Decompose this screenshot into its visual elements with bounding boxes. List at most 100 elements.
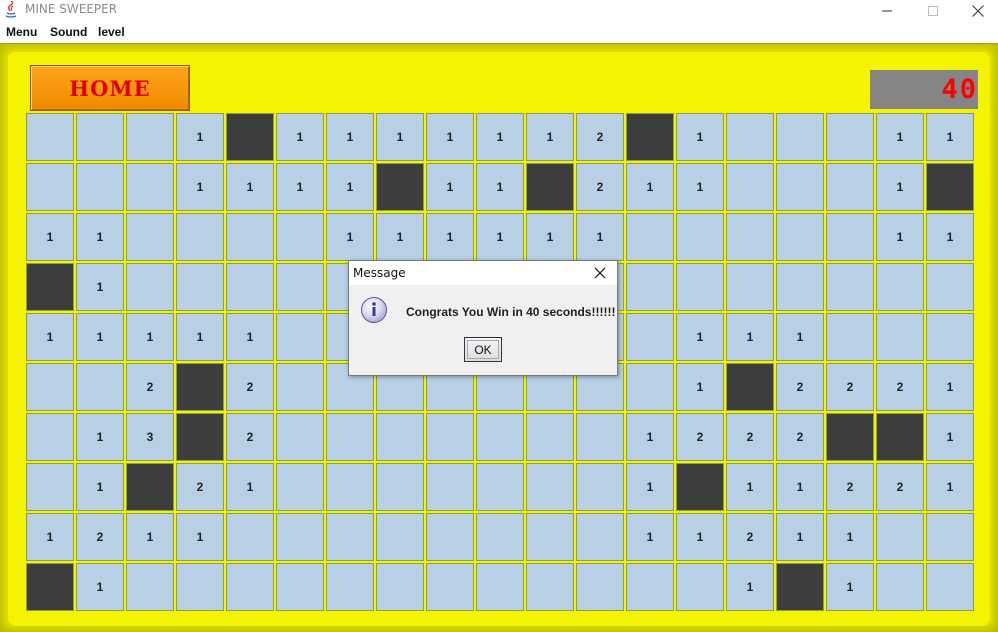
empty-cell[interactable] — [326, 563, 374, 611]
empty-cell[interactable] — [926, 513, 974, 561]
empty-cell[interactable] — [276, 563, 324, 611]
number-cell[interactable]: 1 — [676, 313, 724, 361]
number-cell[interactable]: 1 — [676, 363, 724, 411]
empty-cell[interactable] — [76, 113, 124, 161]
number-cell[interactable]: 2 — [726, 513, 774, 561]
close-window-button[interactable] — [955, 0, 998, 21]
mine-cell[interactable] — [26, 263, 74, 311]
number-cell[interactable]: 1 — [626, 513, 674, 561]
empty-cell[interactable] — [576, 413, 624, 461]
number-cell[interactable]: 1 — [176, 513, 224, 561]
empty-cell[interactable] — [826, 163, 874, 211]
number-cell[interactable]: 2 — [576, 113, 624, 161]
number-cell[interactable]: 2 — [826, 463, 874, 511]
empty-cell[interactable] — [176, 563, 224, 611]
number-cell[interactable]: 1 — [626, 463, 674, 511]
empty-cell[interactable] — [626, 313, 674, 361]
number-cell[interactable]: 1 — [26, 513, 74, 561]
menu-level[interactable]: level — [98, 25, 125, 39]
number-cell[interactable]: 1 — [176, 313, 224, 361]
empty-cell[interactable] — [126, 563, 174, 611]
minimize-button[interactable] — [864, 0, 910, 21]
number-cell[interactable]: 1 — [326, 213, 374, 261]
mine-cell[interactable] — [676, 463, 724, 511]
number-cell[interactable]: 1 — [326, 113, 374, 161]
mine-cell[interactable] — [626, 113, 674, 161]
empty-cell[interactable] — [526, 563, 574, 611]
empty-cell[interactable] — [776, 213, 824, 261]
empty-cell[interactable] — [726, 113, 774, 161]
empty-cell[interactable] — [26, 363, 74, 411]
empty-cell[interactable] — [276, 263, 324, 311]
empty-cell[interactable] — [526, 463, 574, 511]
empty-cell[interactable] — [226, 213, 274, 261]
empty-cell[interactable] — [626, 563, 674, 611]
empty-cell[interactable] — [776, 163, 824, 211]
empty-cell[interactable] — [226, 563, 274, 611]
empty-cell[interactable] — [276, 413, 324, 461]
number-cell[interactable]: 2 — [826, 363, 874, 411]
number-cell[interactable]: 2 — [776, 413, 824, 461]
empty-cell[interactable] — [176, 263, 224, 311]
number-cell[interactable]: 1 — [726, 463, 774, 511]
number-cell[interactable]: 1 — [676, 113, 724, 161]
number-cell[interactable]: 1 — [526, 213, 574, 261]
empty-cell[interactable] — [476, 513, 524, 561]
number-cell[interactable]: 1 — [426, 113, 474, 161]
number-cell[interactable]: 2 — [726, 413, 774, 461]
number-cell[interactable]: 2 — [776, 363, 824, 411]
home-button[interactable]: HOME — [30, 65, 190, 111]
empty-cell[interactable] — [726, 163, 774, 211]
empty-cell[interactable] — [376, 513, 424, 561]
empty-cell[interactable] — [826, 313, 874, 361]
empty-cell[interactable] — [676, 213, 724, 261]
number-cell[interactable]: 1 — [926, 463, 974, 511]
empty-cell[interactable] — [376, 413, 424, 461]
mine-cell[interactable] — [726, 363, 774, 411]
empty-cell[interactable] — [376, 463, 424, 511]
number-cell[interactable]: 1 — [26, 213, 74, 261]
number-cell[interactable]: 1 — [776, 513, 824, 561]
number-cell[interactable]: 1 — [526, 113, 574, 161]
menu-menu[interactable]: Menu — [6, 25, 37, 39]
number-cell[interactable]: 2 — [676, 413, 724, 461]
empty-cell[interactable] — [76, 163, 124, 211]
empty-cell[interactable] — [426, 463, 474, 511]
number-cell[interactable]: 2 — [176, 463, 224, 511]
empty-cell[interactable] — [476, 413, 524, 461]
number-cell[interactable]: 1 — [476, 113, 524, 161]
mine-cell[interactable] — [376, 163, 424, 211]
empty-cell[interactable] — [26, 163, 74, 211]
mine-cell[interactable] — [176, 363, 224, 411]
mine-cell[interactable] — [876, 413, 924, 461]
number-cell[interactable]: 1 — [376, 213, 424, 261]
empty-cell[interactable] — [826, 113, 874, 161]
number-cell[interactable]: 1 — [176, 113, 224, 161]
number-cell[interactable]: 1 — [626, 413, 674, 461]
mine-cell[interactable] — [26, 563, 74, 611]
mine-cell[interactable] — [126, 463, 174, 511]
number-cell[interactable]: 2 — [576, 163, 624, 211]
number-cell[interactable]: 1 — [926, 113, 974, 161]
number-cell[interactable]: 1 — [126, 513, 174, 561]
number-cell[interactable]: 1 — [76, 213, 124, 261]
number-cell[interactable]: 1 — [126, 313, 174, 361]
empty-cell[interactable] — [826, 263, 874, 311]
number-cell[interactable]: 1 — [226, 163, 274, 211]
number-cell[interactable]: 1 — [226, 463, 274, 511]
empty-cell[interactable] — [326, 413, 374, 461]
mine-cell[interactable] — [826, 413, 874, 461]
number-cell[interactable]: 1 — [26, 313, 74, 361]
empty-cell[interactable] — [926, 313, 974, 361]
empty-cell[interactable] — [426, 413, 474, 461]
empty-cell[interactable] — [126, 163, 174, 211]
empty-cell[interactable] — [276, 213, 324, 261]
empty-cell[interactable] — [626, 213, 674, 261]
number-cell[interactable]: 1 — [276, 163, 324, 211]
empty-cell[interactable] — [126, 113, 174, 161]
empty-cell[interactable] — [876, 563, 924, 611]
dialog-close-button[interactable] — [591, 264, 609, 282]
number-cell[interactable]: 1 — [876, 163, 924, 211]
number-cell[interactable]: 1 — [276, 113, 324, 161]
empty-cell[interactable] — [776, 113, 824, 161]
